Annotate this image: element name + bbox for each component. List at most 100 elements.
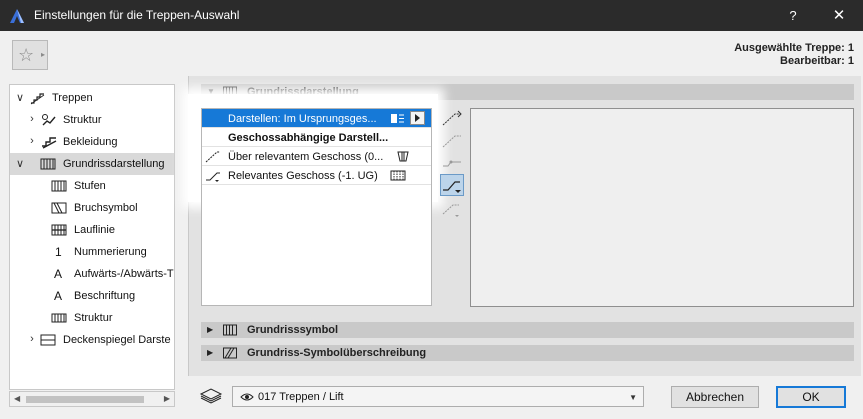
tree-item-label: Bekleidung xyxy=(63,136,118,148)
numbering-icon: 1 xyxy=(55,245,62,259)
cladding-icon xyxy=(42,137,57,149)
tree-item-label: Deckenspiegel Darste xyxy=(63,334,171,346)
section-title: Grundrisssymbol xyxy=(247,324,339,336)
above-story-icon xyxy=(205,151,220,163)
structure-plan-icon xyxy=(51,313,67,323)
chevron-down-icon[interactable]: ∨ xyxy=(14,91,26,104)
row-label: Darstellen: Im Ursprungsges... xyxy=(228,113,377,125)
structure-icon xyxy=(42,114,56,126)
story-above-relevant-icon xyxy=(442,135,461,148)
ok-button[interactable]: OK xyxy=(776,386,846,408)
tree-item-label: Nummerierung xyxy=(74,246,147,258)
favorites-button[interactable]: ☆ ▸ xyxy=(12,40,48,70)
layer-dropdown[interactable]: 017 Treppen / Lift ▼ xyxy=(232,386,644,407)
editable-count: Bearbeitbar: 1 xyxy=(780,55,854,67)
tree-item-label: Bruchsymbol xyxy=(74,202,138,214)
story-toolbar xyxy=(440,108,466,220)
scrollbar-thumb[interactable] xyxy=(26,396,144,403)
story-display-icon xyxy=(391,114,404,123)
help-button[interactable]: ? xyxy=(780,5,806,27)
tree-item-label: Grundrissdarstellung xyxy=(63,158,165,170)
list-row-darstellen[interactable]: Darstellen: Im Ursprungsges... xyxy=(202,109,431,128)
tree-horizontal-scrollbar[interactable]: ◀ ▶ xyxy=(9,391,175,407)
tree-item-label: Lauflinie xyxy=(74,224,115,236)
story-below-button[interactable] xyxy=(440,198,464,220)
tree-item-nummerierung[interactable]: 1 Nummerierung xyxy=(10,241,174,263)
expand-icon[interactable]: ▶ xyxy=(207,325,213,334)
story-above-relevant-button[interactable] xyxy=(440,130,464,152)
symbol-override-icon xyxy=(223,347,237,359)
updown-text-icon: A xyxy=(54,267,63,281)
break-mark-icon xyxy=(51,202,67,214)
tree-item-deckenspiegel[interactable]: › Deckenspiegel Darste xyxy=(10,329,174,351)
tree-item-label: Stufen xyxy=(74,180,106,192)
tree-item-grundrissdarstellung[interactable]: ∨ Grundrissdarstellung xyxy=(10,153,174,175)
list-row-geschossabhaengig[interactable]: Geschossabhängige Darstell... xyxy=(202,128,431,147)
tree-item-label: Beschriftung xyxy=(74,290,136,302)
popup-menu-button[interactable] xyxy=(410,111,425,125)
selected-count: Ausgewählte Treppe: 1 xyxy=(734,42,854,54)
archicad-app-icon xyxy=(10,9,24,23)
treads-icon xyxy=(51,180,67,192)
label-icon: A xyxy=(54,289,63,303)
layer-name: 017 Treppen / Lift xyxy=(258,391,344,403)
chevron-right-icon[interactable]: › xyxy=(26,135,38,147)
section-title: Grundriss-Symbolüberschreibung xyxy=(247,347,427,359)
story-break-button[interactable] xyxy=(440,152,464,174)
list-row-ueber-relevantem-geschoss[interactable]: Über relevantem Geschoss (0... xyxy=(202,147,431,166)
tree-item-struktur-plan[interactable]: Struktur xyxy=(10,307,174,329)
chevron-right-icon: ▸ xyxy=(41,50,46,59)
tree-item-bruchsymbol[interactable]: Bruchsymbol xyxy=(10,197,174,219)
ceiling-plan-icon xyxy=(40,334,56,346)
chevron-right-icon xyxy=(415,114,420,122)
relevant-story-icon xyxy=(206,172,220,182)
list-row-relevantes-geschoss[interactable]: Relevantes Geschoss (-1. UG) xyxy=(202,166,431,185)
chevron-down-icon[interactable]: ∨ xyxy=(14,157,26,170)
chevron-right-icon[interactable]: › xyxy=(26,113,38,125)
floorplan-symbol-icon xyxy=(223,324,237,336)
story-above-button[interactable] xyxy=(440,108,464,130)
tree-item-aufwaerts-abwaerts[interactable]: A Aufwärts-/Abwärts-T xyxy=(10,263,174,285)
relevant-story-button[interactable] xyxy=(440,174,464,196)
tree-item-label: Struktur xyxy=(63,114,102,126)
floorplan-icon xyxy=(40,158,56,170)
story-break-icon xyxy=(443,160,461,167)
tree-item-beschriftung[interactable]: A Beschriftung xyxy=(10,285,174,307)
walking-line-icon xyxy=(51,224,67,236)
settings-tree[interactable]: ∨ Treppen › Struktur › Bekleidung ∨ Grun… xyxy=(9,84,175,390)
tree-item-stufen[interactable]: Stufen xyxy=(10,175,174,197)
preview-area xyxy=(470,108,854,307)
section-symbolueberschreibung[interactable]: ▶ Grundriss-Symbolüberschreibung xyxy=(201,345,854,361)
window-title: Einstellungen für die Treppen-Auswahl xyxy=(34,8,240,22)
tree-item-label: Struktur xyxy=(74,312,113,324)
row-label: Geschossabhängige Darstell... xyxy=(228,132,389,144)
story-above-icon xyxy=(442,110,462,126)
story-below-icon xyxy=(442,204,459,217)
tree-item-struktur[interactable]: › Struktur xyxy=(10,109,174,131)
expand-icon[interactable]: ▶ xyxy=(207,348,213,357)
stair-symbol-icon xyxy=(397,151,409,162)
eye-icon xyxy=(240,393,254,401)
tree-item-bekleidung[interactable]: › Bekleidung xyxy=(10,131,174,153)
stair-icon xyxy=(30,93,45,105)
relevant-story-icon xyxy=(443,181,461,193)
chevron-right-icon[interactable]: › xyxy=(26,333,38,345)
tree-item-treppen[interactable]: ∨ Treppen xyxy=(10,87,174,109)
row-label: Über relevantem Geschoss (0... xyxy=(228,151,384,163)
close-button[interactable]: ✕ xyxy=(826,5,852,27)
cancel-button[interactable]: Abbrechen xyxy=(671,386,759,408)
title-bar: Einstellungen für die Treppen-Auswahl ? … xyxy=(0,0,863,31)
layers-icon xyxy=(199,388,223,404)
scroll-right-icon[interactable]: ▶ xyxy=(164,394,170,403)
settings-list[interactable]: Darstellen: Im Ursprungsges... Geschossa… xyxy=(201,108,432,306)
tree-item-label: Aufwärts-/Abwärts-T xyxy=(74,268,174,280)
scroll-left-icon[interactable]: ◀ xyxy=(14,394,20,403)
selection-info: Ausgewählte Treppe: 1 Bearbeitbar: 1 xyxy=(734,42,854,68)
tree-item-label: Treppen xyxy=(52,92,93,104)
section-grundrisssymbol[interactable]: ▶ Grundrisssymbol xyxy=(201,322,854,338)
row-label: Relevantes Geschoss (-1. UG) xyxy=(228,170,378,182)
stair-plan-icon xyxy=(390,170,406,181)
chevron-down-icon: ▼ xyxy=(629,393,637,402)
star-icon: ☆ xyxy=(18,45,35,65)
tree-item-lauflinie[interactable]: Lauflinie xyxy=(10,219,174,241)
